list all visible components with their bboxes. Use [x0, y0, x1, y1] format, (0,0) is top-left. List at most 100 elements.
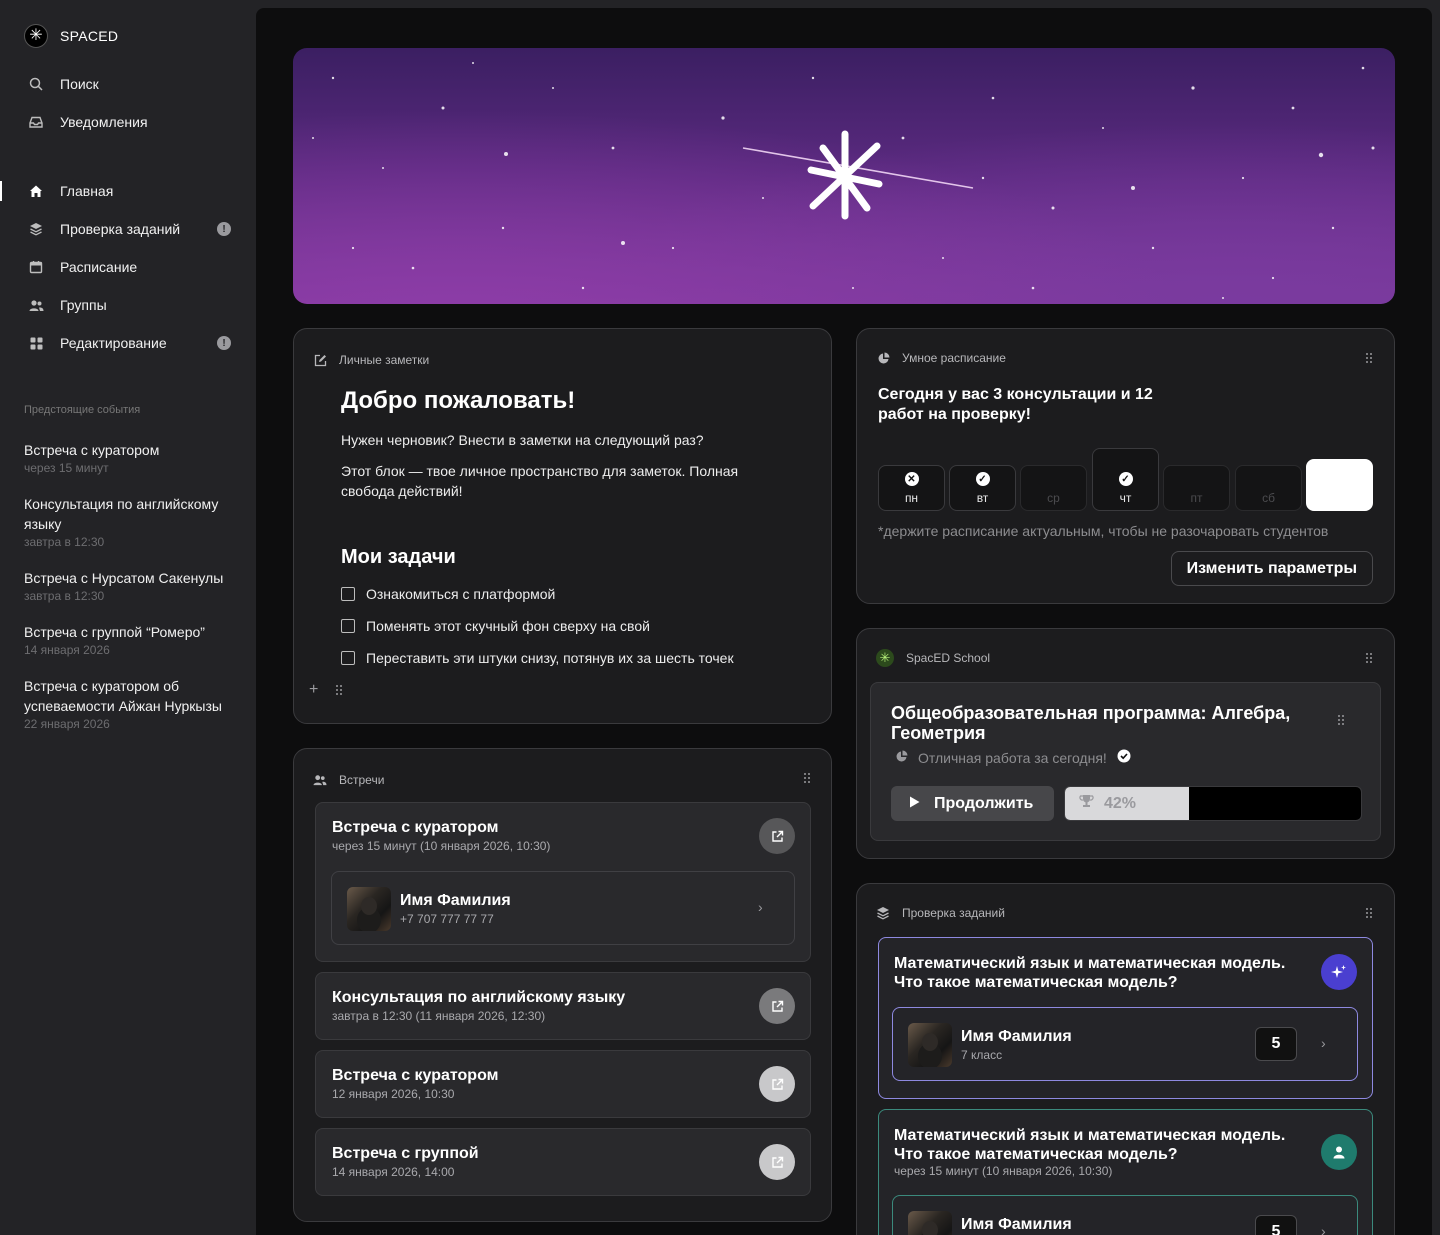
chevron-right-icon[interactable]: ›	[1321, 1223, 1326, 1235]
grid-icon	[28, 335, 44, 351]
meeting-title: Встреча с группой	[332, 1145, 479, 1162]
day-label: пт	[1190, 491, 1203, 505]
notes-card: Личные заметки Добро пожаловать! Нужен ч…	[293, 328, 832, 724]
starfield-image	[312, 62, 1375, 299]
assignment-item[interactable]: Математический язык и математическая мод…	[878, 1109, 1373, 1235]
task-checkbox[interactable]	[341, 587, 355, 601]
task-item[interactable]: Ознакомиться с платформой	[341, 586, 555, 602]
task-item[interactable]: Поменять этот скучный фон сверху на свой	[341, 618, 650, 634]
day-saturday[interactable]: сб	[1235, 465, 1302, 511]
sidebar-item-editing[interactable]: Редактирование !	[0, 324, 256, 362]
alert-badge-icon: !	[217, 336, 231, 350]
external-link-icon[interactable]	[759, 988, 795, 1024]
score-badge[interactable]: 5	[1255, 1215, 1297, 1235]
event-item[interactable]: Встреча с группой “Ромеро” 14 января 2026	[24, 622, 234, 658]
drag-handle-icon[interactable]	[1366, 353, 1372, 363]
day-monday[interactable]: ✕ пн	[878, 465, 945, 511]
event-item[interactable]: Встреча с Нурсатом Сакенулы завтра в 12:3…	[24, 568, 234, 604]
sidebar-item-review[interactable]: Проверка заданий !	[0, 210, 256, 248]
event-date: завтра в 12:30	[24, 535, 105, 549]
sidebar-item-groups[interactable]: Группы	[0, 286, 256, 324]
day-thursday[interactable]: ✓ чт	[1092, 448, 1159, 511]
meetings-card-header: Встречи	[313, 773, 384, 787]
add-block-button[interactable]: +	[309, 681, 318, 699]
notes-paragraph[interactable]: Этот блок — твое личное пространство для…	[341, 461, 791, 501]
task-item[interactable]: Переставить эти штуки снизу, потянув их …	[341, 650, 734, 666]
change-settings-button[interactable]: Изменить параметры	[1170, 551, 1373, 586]
task-label: Переставить эти штуки снизу, потянув их …	[366, 650, 734, 666]
continue-button[interactable]: Продолжить	[891, 786, 1054, 821]
external-link-icon[interactable]	[759, 1144, 795, 1180]
contact-card[interactable]: Имя Фамилия +7 707 777 77 77 ›	[331, 871, 795, 945]
sidebar-item-notifications[interactable]: Уведомления	[0, 103, 256, 141]
meeting-item[interactable]: Встреча с куратором 12 января 2026, 10:3…	[315, 1050, 811, 1118]
day-wednesday[interactable]: ср	[1020, 465, 1087, 511]
event-date: 14 января 2026	[24, 643, 110, 657]
event-item[interactable]: Консультация по английскому языку завтра …	[24, 494, 234, 550]
school-logo-icon: ✳	[876, 649, 894, 667]
meeting-item[interactable]: Консультация по английскому языку завтра…	[315, 972, 811, 1040]
notes-card-header: Личные заметки	[313, 353, 429, 367]
day-sunday[interactable]	[1306, 459, 1373, 511]
chevron-right-icon[interactable]: ›	[1321, 1035, 1326, 1051]
check-icon: ✓	[1118, 472, 1133, 486]
tasks-title: Мои задачи	[341, 546, 456, 568]
trophy-icon	[1079, 794, 1094, 813]
score-badge[interactable]: 5	[1255, 1027, 1297, 1061]
course-card[interactable]: Общеобразовательная программа: Алгебра, …	[870, 682, 1381, 841]
events-list: Встреча с куратором через 15 минут Консул…	[24, 440, 234, 750]
sidebar-item-label: Главная	[60, 183, 114, 199]
notes-paragraph[interactable]: Нужен черновик? Внести в заметки на след…	[341, 430, 791, 450]
contact-name: Имя Фамилия	[400, 892, 511, 909]
task-checkbox[interactable]	[341, 619, 355, 633]
event-title: Встреча с куратором	[24, 442, 160, 458]
user-icon[interactable]	[1321, 1134, 1357, 1170]
course-status: Отличная работа за сегодня!	[895, 749, 1131, 766]
day-tuesday[interactable]: ✓ вт	[949, 465, 1016, 511]
meeting-item[interactable]: Встреча с группой 14 января 2026, 14:00	[315, 1128, 811, 1196]
sidebar-item-schedule[interactable]: Расписание	[0, 248, 256, 286]
event-title: Встреча с группой “Ромеро”	[24, 624, 205, 640]
play-icon	[909, 795, 920, 813]
sidebar-item-search[interactable]: Поиск	[0, 65, 256, 103]
student-card[interactable]: Имя Фамилия 7 класс 5 ›	[892, 1007, 1358, 1081]
student-card[interactable]: Имя Фамилия 5 ›	[892, 1195, 1358, 1235]
sparkle-icon[interactable]	[1321, 954, 1357, 990]
avatar	[908, 1023, 952, 1067]
home-icon	[28, 183, 44, 199]
day-friday[interactable]: пт	[1163, 465, 1230, 511]
event-item[interactable]: Встреча с куратором об успеваемости Айжа…	[24, 676, 234, 732]
external-link-icon[interactable]	[759, 818, 795, 854]
progress-bar: 42%	[1064, 786, 1362, 821]
student-name: Имя Фамилия	[961, 1028, 1072, 1045]
main-content: Личные заметки Добро пожаловать! Нужен ч…	[256, 8, 1432, 1235]
progress-percent: 42%	[1104, 794, 1137, 812]
notes-title[interactable]: Добро пожаловать!	[341, 387, 575, 415]
drag-handle-icon[interactable]	[1366, 653, 1372, 663]
chevron-right-icon[interactable]: ›	[758, 899, 763, 915]
drag-handle-icon[interactable]	[336, 685, 342, 695]
brand[interactable]: ✳ SPACED	[24, 24, 118, 48]
drag-handle-icon[interactable]	[1366, 908, 1372, 918]
event-title: Встреча с Нурсатом Сакенулы	[24, 570, 224, 586]
schedule-card: Умное расписание Сегодня у вас 3 консуль…	[856, 328, 1395, 604]
drag-handle-icon[interactable]	[804, 773, 810, 783]
meeting-subtitle: через 15 минут (10 января 2026, 10:30)	[332, 839, 551, 853]
event-item[interactable]: Встреча с куратором через 15 минут	[24, 440, 234, 476]
review-card-header: Проверка заданий	[876, 906, 1005, 920]
sidebar-item-label: Поиск	[60, 76, 99, 92]
sidebar-item-label: Расписание	[60, 259, 138, 275]
external-link-icon[interactable]	[759, 1066, 795, 1102]
assignment-item[interactable]: Математический язык и математическая мод…	[878, 937, 1373, 1099]
day-label: ср	[1047, 491, 1060, 505]
check-icon: ✓	[975, 472, 990, 486]
sidebar-item-home[interactable]: Главная	[0, 172, 256, 210]
meeting-item[interactable]: Встреча с куратором через 15 минут (10 я…	[315, 802, 811, 962]
sidebar-top-nav: Поиск Уведомления	[0, 65, 256, 141]
sidebar-item-label: Проверка заданий	[60, 221, 181, 237]
drag-handle-icon[interactable]	[1338, 715, 1344, 725]
task-checkbox[interactable]	[341, 651, 355, 665]
verified-check-icon	[1117, 749, 1131, 766]
calendar-icon	[28, 259, 44, 275]
sidebar-main-nav: Главная Проверка заданий ! Расписание Гр…	[0, 172, 256, 362]
